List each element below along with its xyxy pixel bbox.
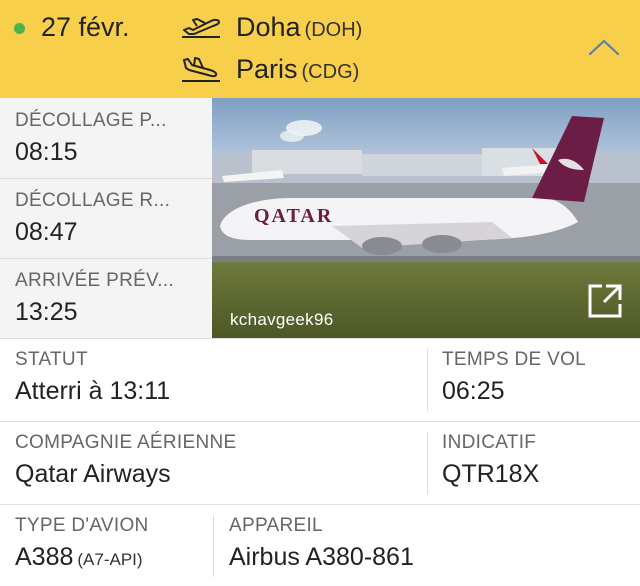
column-divider (427, 432, 428, 494)
scheduled-takeoff-value: 08:15 (15, 138, 78, 166)
destination-city-name: Paris (236, 54, 298, 84)
status-row: STATUT Atterri à 13:11 TEMPS DE VOL 06:2… (0, 338, 640, 422)
destination-code: (CDG) (301, 61, 360, 83)
column-divider (427, 349, 428, 411)
aircraft-photo-image: QATAR (212, 98, 640, 338)
column-divider (213, 515, 214, 577)
svg-text:QATAR: QATAR (254, 205, 333, 227)
flight-header[interactable]: 27 févr. Doha (DOH) Paris (CDG) (0, 0, 640, 98)
origin-city-name: Doha (236, 12, 301, 42)
aircraft-type-code: A388 (15, 543, 74, 571)
scheduled-arrival-label: ARRIVÉE PRÉV... (15, 270, 175, 291)
actual-takeoff-cell: DÉCOLLAGE R... 08:47 (0, 178, 212, 259)
scheduled-arrival-value: 13:25 (15, 298, 78, 326)
status-dot (14, 23, 25, 34)
aircraft-value: Airbus A380-861 (229, 543, 414, 571)
flight-time-value: 06:25 (442, 377, 505, 405)
origin-city: Doha (DOH) (236, 12, 362, 43)
airline-row: COMPAGNIE AÉRIENNE Qatar Airways INDICAT… (0, 421, 640, 505)
registration: (A7-API) (77, 550, 143, 569)
scheduled-takeoff-cell: DÉCOLLAGE P... 08:15 (0, 98, 212, 179)
callsign-value: QTR18X (442, 460, 540, 488)
status-label: STATUT (15, 349, 88, 370)
aircraft-type-value: A388 (A7-API) (15, 543, 143, 572)
origin-code: (DOH) (304, 19, 363, 41)
scheduled-arrival-cell: ARRIVÉE PRÉV... 13:25 (0, 258, 212, 338)
flight-date: 27 févr. (41, 12, 130, 42)
plane-landing-icon (182, 57, 220, 82)
airline-label: COMPAGNIE AÉRIENNE (15, 432, 237, 453)
airline-value: Qatar Airways (15, 460, 171, 488)
external-link-icon[interactable] (586, 282, 624, 320)
chevron-up-icon[interactable] (586, 36, 622, 58)
destination-city: Paris (CDG) (236, 54, 359, 85)
aircraft-label: APPAREIL (229, 515, 323, 536)
status-value: Atterri à 13:11 (15, 377, 171, 405)
aircraft-row: TYPE D'AVION A388 (A7-API) APPAREIL Airbu… (0, 504, 640, 586)
times-panel: DÉCOLLAGE P... 08:15 DÉCOLLAGE R... 08:4… (0, 98, 212, 338)
flight-time-label: TEMPS DE VOL (442, 349, 587, 370)
aircraft-photo[interactable]: QATAR kchavgeek96 (212, 98, 640, 338)
scheduled-takeoff-label: DÉCOLLAGE P... (15, 110, 167, 131)
photo-credit: kchavgeek96 (230, 310, 334, 329)
callsign-label: INDICATIF (442, 432, 537, 453)
aircraft-type-label: TYPE D'AVION (15, 515, 149, 536)
plane-takeoff-icon (182, 18, 220, 38)
actual-takeoff-value: 08:47 (15, 218, 78, 246)
actual-takeoff-label: DÉCOLLAGE R... (15, 190, 171, 211)
